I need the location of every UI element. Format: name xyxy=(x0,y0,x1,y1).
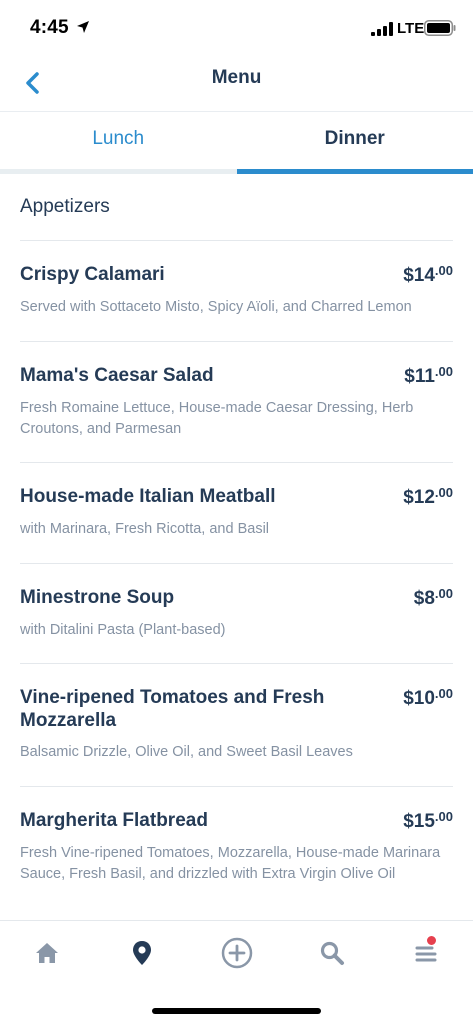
item-description: Served with Sottaceto Misto, Spicy Aïoli… xyxy=(20,299,412,315)
item-price: $12.00 xyxy=(403,485,453,509)
tab-dinner-label: Dinner xyxy=(324,128,385,149)
location-arrow-icon xyxy=(77,21,89,33)
item-name: Vine-ripened Tomatoes and Fresh Mozzarel… xyxy=(20,687,325,731)
price-cents: .00 xyxy=(434,485,453,500)
item-price: $14.00 xyxy=(403,263,453,287)
page-title: Menu xyxy=(211,67,262,88)
section-title: Appetizers xyxy=(20,196,110,217)
price-cents: .00 xyxy=(434,686,453,701)
item-price: $11.00 xyxy=(404,364,453,388)
nav-header: Menu xyxy=(0,56,473,112)
item-description: with Ditalini Pasta (Plant-based) xyxy=(20,622,226,638)
item-price: $8.00 xyxy=(414,586,453,610)
item-description: with Marinara, Fresh Ricotta, and Basil xyxy=(20,521,270,537)
item-name: Crispy Calamari xyxy=(20,264,165,285)
home-icon[interactable] xyxy=(33,939,61,967)
price-dollars: $14 xyxy=(403,265,435,286)
battery-icon xyxy=(424,20,456,36)
item-description: Fresh Vine-ripened Tomatoes, Mozzarella,… xyxy=(20,845,441,882)
status-time: 4:45 xyxy=(30,17,69,38)
item-name: House-made Italian Meatball xyxy=(20,486,276,507)
price-dollars: $8 xyxy=(413,588,435,609)
item-name: Margherita Flatbread xyxy=(20,810,208,831)
item-name: Mama's Caesar Salad xyxy=(20,365,214,386)
price-cents: .00 xyxy=(434,263,453,278)
price-dollars: $10 xyxy=(403,688,435,709)
item-description: Balsamic Drizzle, Olive Oil, and Sweet B… xyxy=(20,744,353,760)
price-dollars: $11 xyxy=(404,366,435,387)
menu-item[interactable]: Vine-ripened Tomatoes and Fresh Mozzarel… xyxy=(20,664,453,787)
menu-item[interactable]: Margherita Flatbread $15.00 Fresh Vine-r… xyxy=(20,787,453,920)
price-cents: .00 xyxy=(434,809,453,824)
menu-item[interactable]: Mama's Caesar Salad $11.00 Fresh Romaine… xyxy=(20,342,453,463)
menu-item[interactable]: Crispy Calamari $14.00 Served with Sotta… xyxy=(20,241,453,342)
price-dollars: $12 xyxy=(403,487,435,508)
price-dollars: $15 xyxy=(403,811,435,832)
price-cents: .00 xyxy=(434,586,453,601)
tab-lunch[interactable]: Lunch xyxy=(0,112,237,174)
network-label: LTE xyxy=(397,20,425,37)
item-price: $15.00 xyxy=(403,809,453,833)
price-cents: .00 xyxy=(434,364,453,379)
signal-icon xyxy=(371,22,393,36)
status-bar: 4:45 LTE xyxy=(0,0,473,56)
tab-dinner[interactable]: Dinner xyxy=(236,112,473,174)
add-circle-icon[interactable] xyxy=(221,937,253,969)
item-name: Minestrone Soup xyxy=(20,587,175,608)
map-pin-icon[interactable] xyxy=(128,939,156,967)
meal-tabs: Lunch Dinner xyxy=(0,112,473,174)
menu-content[interactable]: Appetizers Crispy Calamari $14.00 Served… xyxy=(0,174,473,920)
tab-lunch-label: Lunch xyxy=(92,128,145,149)
home-indicator xyxy=(152,1008,321,1014)
menu-item[interactable]: House-made Italian Meatball $12.00 with … xyxy=(20,463,453,564)
search-icon[interactable] xyxy=(318,939,346,967)
menu-item[interactable]: Minestrone Soup $8.00 with Ditalini Past… xyxy=(20,564,453,664)
item-price: $10.00 xyxy=(403,686,453,710)
notification-badge xyxy=(426,935,437,946)
item-description: Fresh Romaine Lettuce, House-made Caesar… xyxy=(20,400,414,437)
